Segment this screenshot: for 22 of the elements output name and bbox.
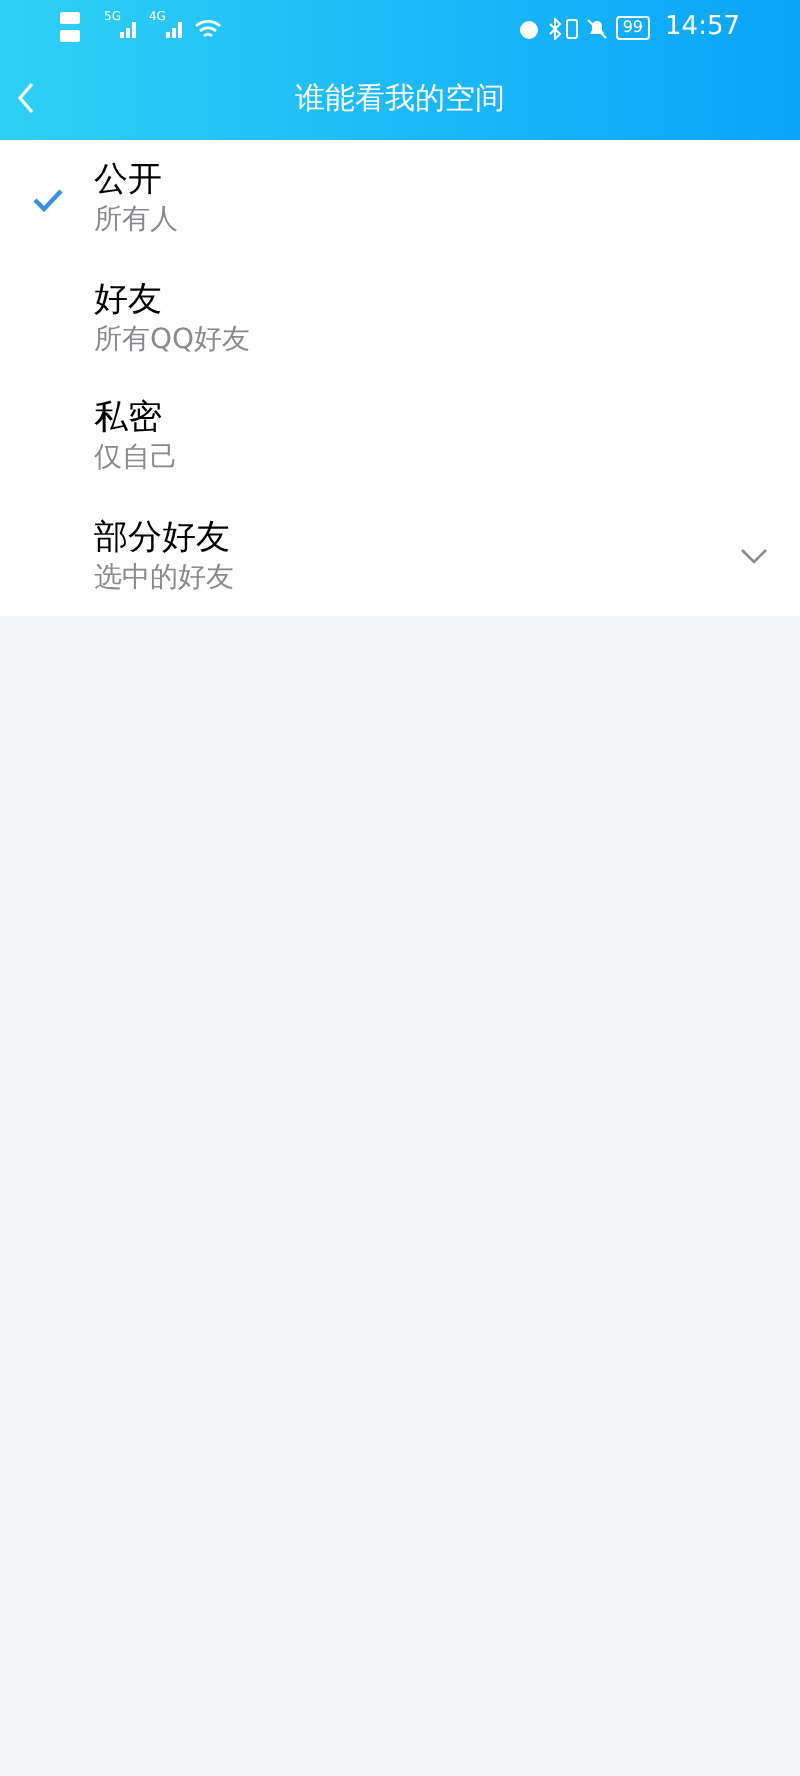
wifi-icon [193,17,222,39]
option-subtitle: 所有人 [94,202,180,241]
back-icon[interactable] [16,82,36,114]
option-title: 公开 [94,158,164,203]
option-row[interactable]: 公开 所有人 [0,140,800,259]
battery-level: 99 [616,16,650,40]
option-subtitle: 所有QQ好友 [94,321,253,360]
option-subtitle: 选中的好友 [94,559,236,598]
option-row[interactable]: 部分好友 选中的好友 [0,497,800,616]
mute-bell-icon [586,17,609,39]
option-row[interactable]: 好友 所有QQ好友 [0,259,800,378]
option-title: 私密 [94,396,164,441]
bluetooth-icon [548,17,563,39]
option-row[interactable]: 私密 仅自己 [0,378,800,497]
signal-icon [120,18,141,38]
signal-icon [165,18,186,38]
chevron-down-icon[interactable] [740,548,768,565]
clock-time: 14:57 [665,10,740,47]
option-title: 部分好友 [94,515,232,560]
page-title: 谁能看我的空间 [295,77,505,120]
option-subtitle: 仅自己 [94,440,180,479]
option-title: 好友 [94,277,164,322]
